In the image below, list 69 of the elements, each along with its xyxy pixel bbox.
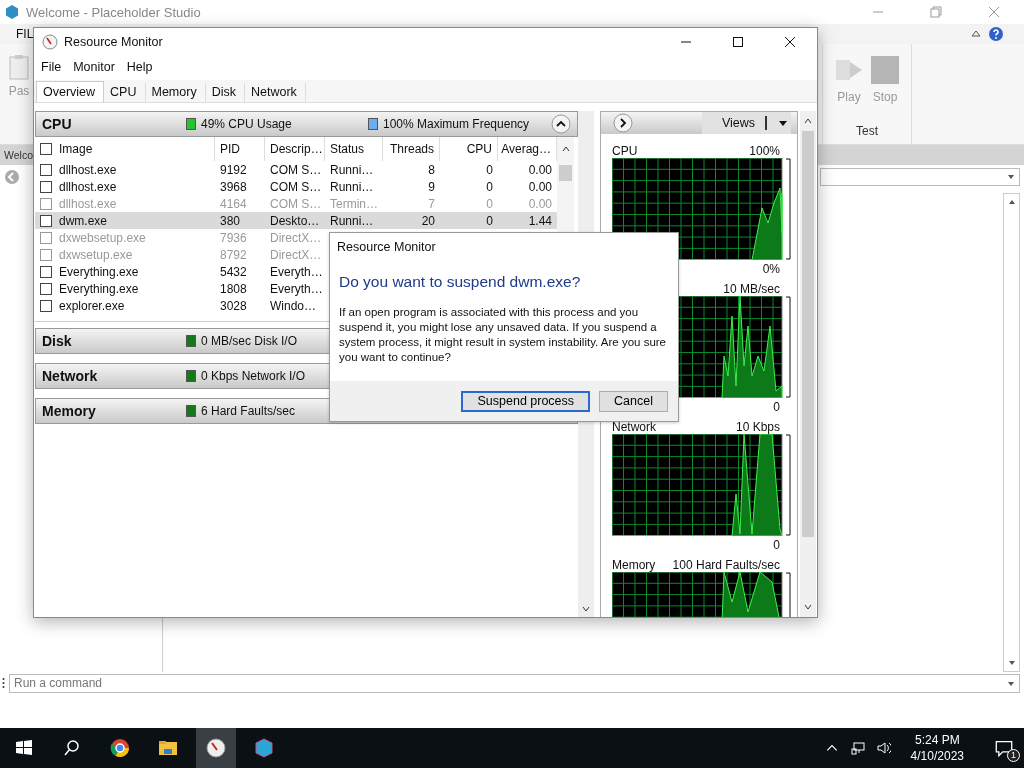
section-title: Network — [42, 368, 99, 384]
table-cell: dxwebsetup.exe — [59, 230, 146, 245]
table-cell-text: 4164 — [219, 196, 248, 211]
notification-badge: 1 — [1007, 749, 1020, 762]
table-cell-text: Runni… — [329, 213, 375, 228]
table-cell: dllhost.exe — [59, 162, 117, 177]
table-cell-text: 0 — [485, 196, 494, 211]
table-cell-text: Everyth… — [269, 264, 324, 279]
table-cell-text: 0.00 — [527, 179, 553, 194]
section-title: CPU — [42, 116, 73, 132]
table-cell-text: Runni… — [329, 179, 375, 194]
graph-title: Memory — [612, 559, 656, 571]
table-cell-text: Windo… — [269, 298, 317, 313]
table-cell: Everything.exe — [59, 281, 139, 296]
table-cell-text: Everyth… — [269, 281, 324, 296]
graph-max-label: 100% — [749, 145, 780, 157]
table-cell-text: 1808 — [219, 281, 248, 296]
table-cell: dwm.exe — [59, 213, 108, 228]
graph-max-label: 100 Hard Faults/sec — [672, 559, 780, 571]
table-cell-text: 9 — [427, 179, 436, 194]
table-cell-text: 5432 — [219, 264, 248, 279]
graph-min-label: 0 — [773, 399, 780, 414]
graph-max-label: 10 MB/sec — [723, 283, 780, 295]
table-cell-text: 380 — [219, 213, 242, 228]
ribbon-label: Pas — [8, 84, 30, 98]
table-cell-text: 7 — [427, 196, 436, 211]
table-cell-text: 8 — [427, 162, 436, 177]
table-cell: explorer.exe — [59, 298, 125, 313]
window-title: Resource Monitor — [64, 35, 163, 49]
dialog-title: Resource Monitor — [337, 240, 437, 254]
table-cell-text: 20 — [420, 213, 436, 228]
section-title: Disk — [42, 333, 73, 349]
table-cell: dllhost.exe — [59, 179, 117, 194]
table-cell-text: DirectX… — [269, 230, 323, 245]
table-cell: dxwsetup.exe — [59, 247, 133, 262]
ribbon-group-label: Test — [856, 124, 878, 138]
dialog-heading: Do you want to suspend dwm.exe? — [339, 273, 582, 291]
table-cell-text: COM S… — [269, 196, 323, 211]
table-cell-text: 3028 — [219, 298, 248, 313]
graph-min-label: 0% — [762, 261, 780, 276]
graph-title: Network — [612, 421, 656, 433]
table-cell-text: 0 — [485, 162, 494, 177]
table-cell-text: Termin… — [329, 196, 379, 211]
table-cell-text: Deskto… — [269, 213, 321, 228]
indicator-label: 0 MB/sec Disk I/O — [201, 334, 298, 348]
table-cell-text: Runni… — [329, 162, 375, 177]
table-cell-text: 9192 — [219, 162, 248, 177]
graph-max-label: 10 Kbps — [735, 421, 780, 433]
table-cell-text: COM S… — [269, 162, 323, 177]
table-cell-text: COM S… — [269, 179, 323, 194]
section-title: Memory — [42, 403, 97, 419]
indicator-label: 49% CPU Usage — [201, 117, 292, 131]
indicator-label: 6 Hard Faults/sec — [201, 404, 296, 418]
window-title: Welcome - Placeholder Studio — [26, 4, 201, 20]
graph-title: CPU — [612, 145, 638, 157]
table-cell: dllhost.exe — [59, 196, 117, 211]
indicator-label: 100% Maximum Frequency — [383, 117, 530, 131]
table-cell: Everything.exe — [59, 264, 139, 279]
table-cell-text: 0 — [485, 213, 494, 228]
table-cell-text: 3968 — [219, 179, 248, 194]
table-cell-text: 7936 — [219, 230, 248, 245]
table-cell-text: 0 — [485, 179, 494, 194]
indicator-label: 0 Kbps Network I/O — [201, 369, 306, 383]
table-cell-text: 1.44 — [527, 213, 553, 228]
table-cell-text: 0.00 — [527, 162, 553, 177]
table-cell-text: DirectX… — [269, 247, 323, 262]
table-cell-text: 8792 — [219, 247, 248, 262]
table-cell-text: 0.00 — [527, 196, 553, 211]
graph-min-label: 0 — [773, 537, 780, 552]
